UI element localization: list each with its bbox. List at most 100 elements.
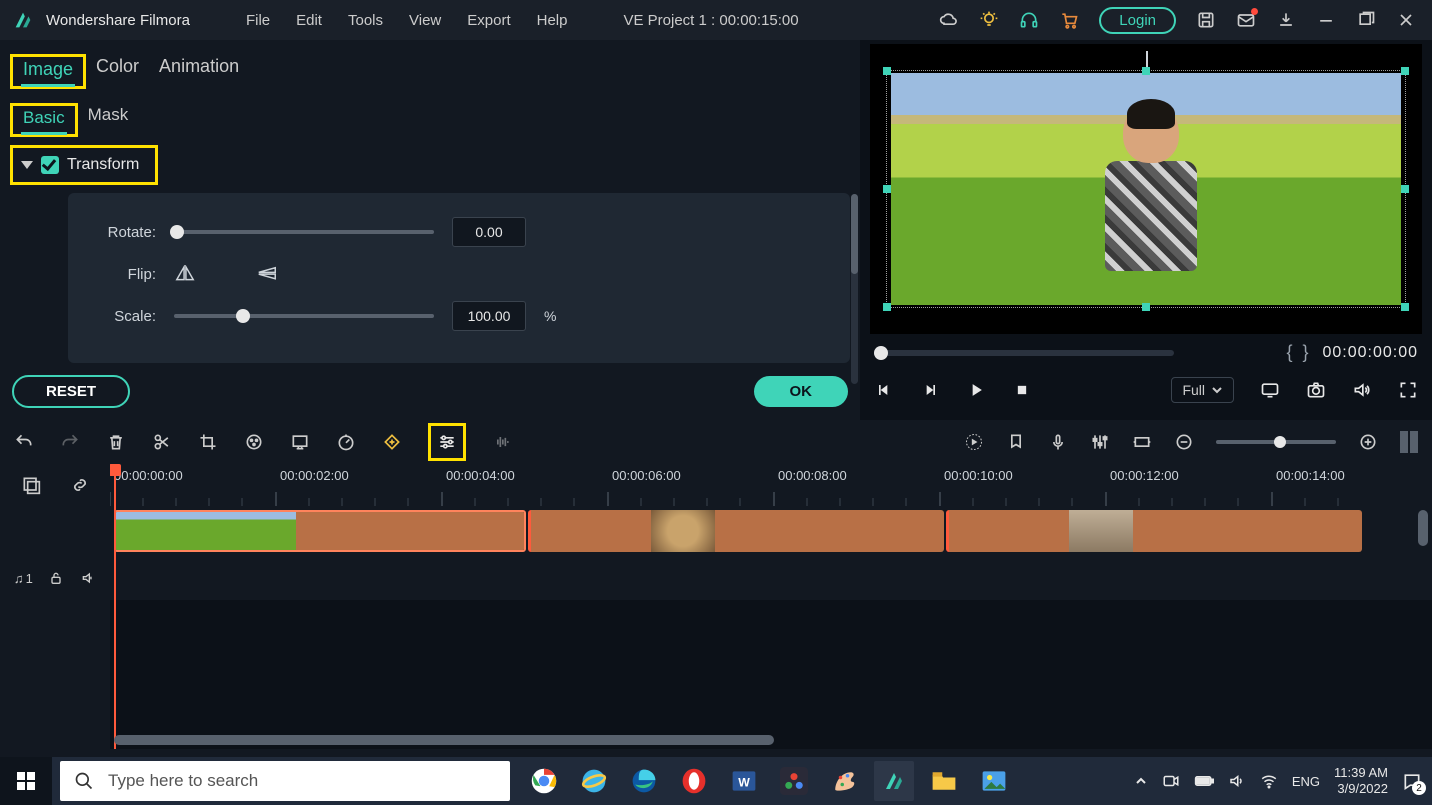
speed-icon[interactable]: [336, 432, 356, 452]
tray-sound-icon[interactable]: [1228, 772, 1246, 790]
undo-icon[interactable]: [14, 432, 34, 452]
tray-chevron-icon[interactable]: [1134, 774, 1148, 788]
rotate-value[interactable]: 0.00: [452, 217, 526, 247]
prev-frame-icon[interactable]: [874, 380, 894, 400]
timeline-ruler[interactable]: 00:00:00:00 00:00:02:00 00:00:04:00 00:0…: [110, 464, 1432, 506]
scale-slider[interactable]: [174, 314, 434, 318]
volume-icon[interactable]: [1352, 380, 1372, 400]
taskbar-opera-icon[interactable]: [674, 761, 714, 801]
scale-value[interactable]: 100.00: [452, 301, 526, 331]
taskbar-word-icon[interactable]: W: [724, 761, 764, 801]
redo-icon[interactable]: [60, 432, 80, 452]
keyframe-icon[interactable]: [382, 432, 402, 452]
clip-2[interactable]: [528, 510, 944, 552]
tray-clock[interactable]: 11:39 AM 3/9/2022: [1334, 765, 1388, 796]
preview-viewport[interactable]: [870, 44, 1422, 334]
zoom-in-icon[interactable]: [1358, 432, 1378, 452]
next-frame-icon[interactable]: [920, 380, 940, 400]
disclosure-triangle-icon[interactable]: [21, 161, 33, 169]
start-button[interactable]: [0, 757, 52, 805]
audio-wave-icon[interactable]: [492, 432, 512, 452]
crop-icon[interactable]: [198, 432, 218, 452]
menu-view[interactable]: View: [399, 12, 451, 29]
tray-battery-icon[interactable]: [1194, 774, 1214, 788]
mute-icon[interactable]: [80, 570, 96, 586]
fit-timeline-icon[interactable]: [1132, 432, 1152, 452]
flip-vertical-icon[interactable]: [256, 265, 278, 283]
play-icon[interactable]: [966, 380, 986, 400]
timeline-layout-icon[interactable]: [1400, 431, 1418, 453]
voiceover-icon[interactable]: [1048, 432, 1068, 452]
taskbar-paint-icon[interactable]: [824, 761, 864, 801]
ok-button[interactable]: OK: [754, 376, 849, 407]
transform-checkbox[interactable]: [41, 156, 59, 174]
flip-horizontal-icon[interactable]: [174, 265, 196, 283]
tab-mask[interactable]: Mask: [78, 103, 139, 137]
taskbar-search[interactable]: Type here to search: [60, 761, 510, 801]
headset-icon[interactable]: [1019, 10, 1039, 30]
mark-in-icon[interactable]: {: [1286, 342, 1292, 363]
tab-image[interactable]: Image: [13, 57, 83, 86]
cloud-icon[interactable]: [939, 10, 959, 30]
zoom-slider[interactable]: [1216, 440, 1336, 444]
clip-1[interactable]: [114, 510, 526, 552]
mail-icon[interactable]: [1236, 10, 1256, 30]
render-icon[interactable]: [964, 432, 984, 452]
playhead[interactable]: [114, 464, 116, 749]
preview-progress-slider[interactable]: [874, 350, 1174, 356]
audio-track[interactable]: [110, 556, 1432, 600]
split-icon[interactable]: [152, 432, 172, 452]
green-screen-icon[interactable]: [290, 432, 310, 452]
selection-frame[interactable]: [886, 70, 1406, 308]
quality-dropdown[interactable]: Full: [1171, 377, 1234, 403]
taskbar-explorer-icon[interactable]: [924, 761, 964, 801]
download-icon[interactable]: [1276, 10, 1296, 30]
cart-icon[interactable]: [1059, 10, 1079, 30]
tray-language[interactable]: ENG: [1292, 774, 1320, 789]
display-icon[interactable]: [1260, 380, 1280, 400]
minimize-icon[interactable]: [1316, 10, 1336, 30]
taskbar-chrome-icon[interactable]: [524, 761, 564, 801]
timeline-h-scrollbar[interactable]: [114, 735, 774, 745]
fullscreen-icon[interactable]: [1398, 380, 1418, 400]
menu-export[interactable]: Export: [457, 12, 520, 29]
tab-animation[interactable]: Animation: [149, 54, 249, 89]
color-icon[interactable]: [244, 432, 264, 452]
audio-mixer-icon[interactable]: [1090, 432, 1110, 452]
snapshot-icon[interactable]: [1306, 380, 1326, 400]
menu-file[interactable]: File: [236, 12, 280, 29]
manage-tracks-icon[interactable]: [21, 475, 41, 495]
taskbar-resolve-icon[interactable]: [774, 761, 814, 801]
video-track[interactable]: [110, 506, 1432, 556]
rotate-handle-icon[interactable]: [1146, 51, 1148, 67]
zoom-out-icon[interactable]: [1174, 432, 1194, 452]
mark-out-icon[interactable]: }: [1302, 342, 1308, 363]
delete-icon[interactable]: [106, 432, 126, 452]
timeline-v-scrollbar[interactable]: [1418, 510, 1428, 546]
timeline-body[interactable]: 00:00:00:00 00:00:02:00 00:00:04:00 00:0…: [110, 464, 1432, 749]
lock-icon[interactable]: [48, 570, 64, 586]
close-icon[interactable]: [1396, 10, 1416, 30]
stop-icon[interactable]: [1012, 380, 1032, 400]
save-icon[interactable]: [1196, 10, 1216, 30]
tray-meet-icon[interactable]: [1162, 772, 1180, 790]
tray-notifications-icon[interactable]: 2: [1402, 771, 1422, 791]
menu-tools[interactable]: Tools: [338, 12, 393, 29]
tab-color[interactable]: Color: [86, 54, 149, 89]
taskbar-filmora-icon[interactable]: [874, 761, 914, 801]
menu-edit[interactable]: Edit: [286, 12, 332, 29]
taskbar-edge-icon[interactable]: [624, 761, 664, 801]
panel-scrollbar[interactable]: [851, 194, 858, 384]
lightbulb-icon[interactable]: [979, 10, 999, 30]
tab-basic[interactable]: Basic: [13, 106, 75, 134]
marker-icon[interactable]: [1006, 432, 1026, 452]
menu-help[interactable]: Help: [527, 12, 578, 29]
tray-wifi-icon[interactable]: [1260, 772, 1278, 790]
login-button[interactable]: Login: [1099, 7, 1176, 34]
rotate-slider[interactable]: [174, 230, 434, 234]
taskbar-ie-icon[interactable]: [574, 761, 614, 801]
clip-3[interactable]: [946, 510, 1362, 552]
reset-button[interactable]: RESET: [12, 375, 130, 408]
taskbar-photos-icon[interactable]: [974, 761, 1014, 801]
maximize-icon[interactable]: [1356, 10, 1376, 30]
